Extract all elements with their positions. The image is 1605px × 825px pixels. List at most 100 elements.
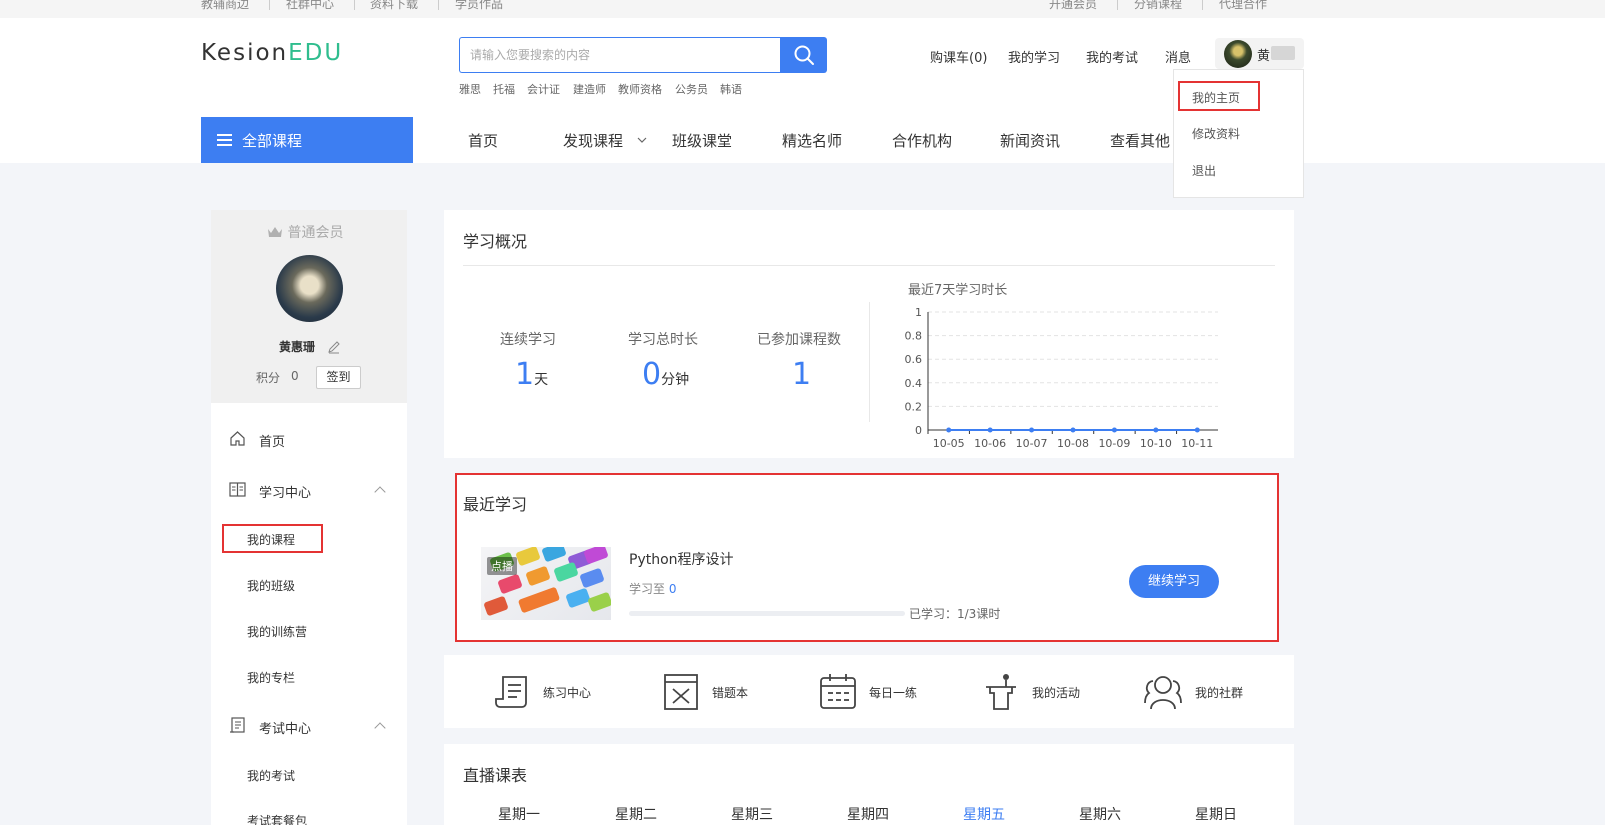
- activity-icon: [986, 674, 1016, 710]
- hot-word[interactable]: 雅思: [459, 81, 481, 97]
- member-level-label: 普通会员: [287, 225, 344, 241]
- hot-word[interactable]: 托福: [493, 81, 515, 97]
- divider: [1202, 0, 1203, 10]
- x-tick-label: 10-08: [1057, 437, 1089, 450]
- weekday-tab[interactable]: 星期二: [615, 804, 657, 824]
- blurred-username: [1271, 46, 1295, 60]
- sidebar-item-my-classes[interactable]: 我的班级: [247, 577, 295, 594]
- stat-value-streak: 1天: [515, 357, 548, 392]
- sidebar-item-home[interactable]: 首页: [259, 431, 285, 450]
- hot-word[interactable]: 韩语: [720, 81, 742, 97]
- hot-word[interactable]: 公务员: [675, 81, 708, 97]
- continue-study-button[interactable]: 继续学习: [1129, 565, 1219, 598]
- top-link-works[interactable]: 学员作品: [455, 0, 503, 12]
- x-tick-label: 10-10: [1140, 437, 1172, 450]
- calendar-icon: [820, 674, 856, 709]
- top-link-community[interactable]: 社群中心: [286, 0, 334, 12]
- weekday-tab[interactable]: 星期一: [498, 804, 540, 824]
- stat-number: 1: [792, 357, 812, 392]
- nav-institutions[interactable]: 合作机构: [892, 130, 952, 151]
- weekday-tab[interactable]: 星期四: [847, 804, 889, 824]
- search-input[interactable]: 请输入您要搜索的内容: [459, 37, 781, 73]
- hot-word[interactable]: 会计证: [527, 81, 560, 97]
- top-link-distribution[interactable]: 分销课程: [1134, 0, 1182, 12]
- hot-word[interactable]: 教师资格: [618, 81, 662, 97]
- tool-daily-practice[interactable]: 每日一练: [819, 673, 917, 711]
- weekday-tab[interactable]: 星期三: [731, 804, 773, 824]
- nav-home[interactable]: 首页: [468, 130, 498, 151]
- tool-practice-center[interactable]: 练习中心: [493, 673, 591, 711]
- study-to-value: 0: [668, 582, 677, 596]
- all-courses-button[interactable]: 全部课程: [201, 117, 413, 163]
- hot-word[interactable]: 建造师: [573, 81, 606, 97]
- divider: [269, 0, 270, 10]
- menu-item-edit-profile[interactable]: 修改资料: [1192, 125, 1240, 142]
- highlight-box: [222, 524, 323, 553]
- thumbnail-key: [583, 547, 609, 565]
- nav-news[interactable]: 新闻资讯: [1000, 130, 1060, 151]
- top-link-agent[interactable]: 代理合作: [1219, 0, 1267, 12]
- tool-label: 我的活动: [1032, 685, 1081, 700]
- live-schedule-title: 直播课表: [463, 766, 528, 785]
- top-link-tutor[interactable]: 教辅商边: [201, 0, 249, 12]
- top-link-vip[interactable]: 开通会员: [1049, 0, 1097, 12]
- sidebar-item-exam-packages[interactable]: 考试套餐包: [247, 812, 307, 825]
- stat-label-total-time: 学习总时长: [628, 332, 698, 348]
- stat-unit: 天: [534, 372, 549, 388]
- avatar[interactable]: [276, 255, 343, 322]
- course-name[interactable]: Python程序设计: [629, 549, 734, 569]
- nav-discover-courses[interactable]: 发现课程: [563, 130, 623, 151]
- thumbnail-key: [579, 567, 605, 589]
- menu-item-logout[interactable]: 退出: [1192, 162, 1216, 179]
- y-tick-label: 0.4: [905, 377, 923, 390]
- sidebar-item-study-center[interactable]: 学习中心: [259, 482, 311, 501]
- nav-class[interactable]: 班级课堂: [672, 130, 732, 151]
- message-link[interactable]: 消息: [1165, 47, 1191, 66]
- tool-my-community[interactable]: 我的社群: [1143, 673, 1243, 711]
- divider: [463, 265, 1275, 266]
- edit-icon[interactable]: [327, 340, 341, 354]
- sidebar-item-exam-center[interactable]: 考试中心: [259, 718, 311, 737]
- thumbnail-key: [497, 573, 523, 595]
- tool-label: 练习中心: [543, 685, 592, 700]
- recent-study-title: 最近学习: [463, 495, 528, 514]
- sidebar-item-my-exams[interactable]: 我的考试: [247, 767, 295, 784]
- my-exam-link[interactable]: 我的考试: [1086, 47, 1138, 66]
- logo-text: Kesion: [201, 40, 289, 66]
- weekday-tab[interactable]: 星期日: [1195, 804, 1237, 824]
- weekday-tab[interactable]: 星期六: [1079, 804, 1121, 824]
- weekday-tab-active[interactable]: 星期五: [963, 804, 1005, 824]
- tool-wrong-book[interactable]: 错题本: [662, 673, 748, 711]
- search-button[interactable]: [780, 37, 827, 73]
- points-label: 积分: [256, 371, 281, 385]
- tool-label: 每日一练: [869, 685, 918, 700]
- top-link-download[interactable]: 资料下载: [370, 0, 418, 12]
- study-progress-label: 学习至 0: [629, 580, 676, 597]
- avatar[interactable]: [1224, 40, 1252, 68]
- data-point: [1153, 427, 1159, 433]
- progress-text: 已学习：1/3课时: [909, 607, 1001, 621]
- sidebar-item-my-column[interactable]: 我的专栏: [247, 669, 295, 686]
- site-logo[interactable]: KesionEDU: [201, 40, 343, 66]
- y-tick-label: 0.6: [905, 353, 923, 366]
- nav-more[interactable]: 查看其他: [1110, 130, 1170, 151]
- nav-teachers[interactable]: 精选名师: [782, 130, 842, 151]
- community-icon: [1144, 676, 1182, 710]
- y-tick-label: 0.8: [905, 330, 923, 343]
- signin-button[interactable]: 签到: [316, 366, 361, 389]
- tool-label: 错题本: [712, 685, 749, 700]
- stat-label-streak: 连续学习: [500, 332, 556, 348]
- divider: [354, 0, 355, 10]
- cart-link[interactable]: 购课车(0): [930, 47, 987, 66]
- highlight-box: [1178, 81, 1260, 111]
- x-tick-label: 10-11: [1181, 437, 1213, 450]
- stat-unit: 分钟: [661, 372, 690, 388]
- divider: [438, 0, 439, 10]
- tool-my-activity[interactable]: 我的活动: [982, 673, 1080, 711]
- crown-icon: [268, 227, 282, 237]
- thumbnail-key: [517, 586, 561, 614]
- thumbnail-key: [483, 595, 509, 617]
- sidebar-item-my-camp[interactable]: 我的训练营: [247, 623, 307, 640]
- my-study-link[interactable]: 我的学习: [1008, 47, 1060, 66]
- data-point: [987, 427, 993, 433]
